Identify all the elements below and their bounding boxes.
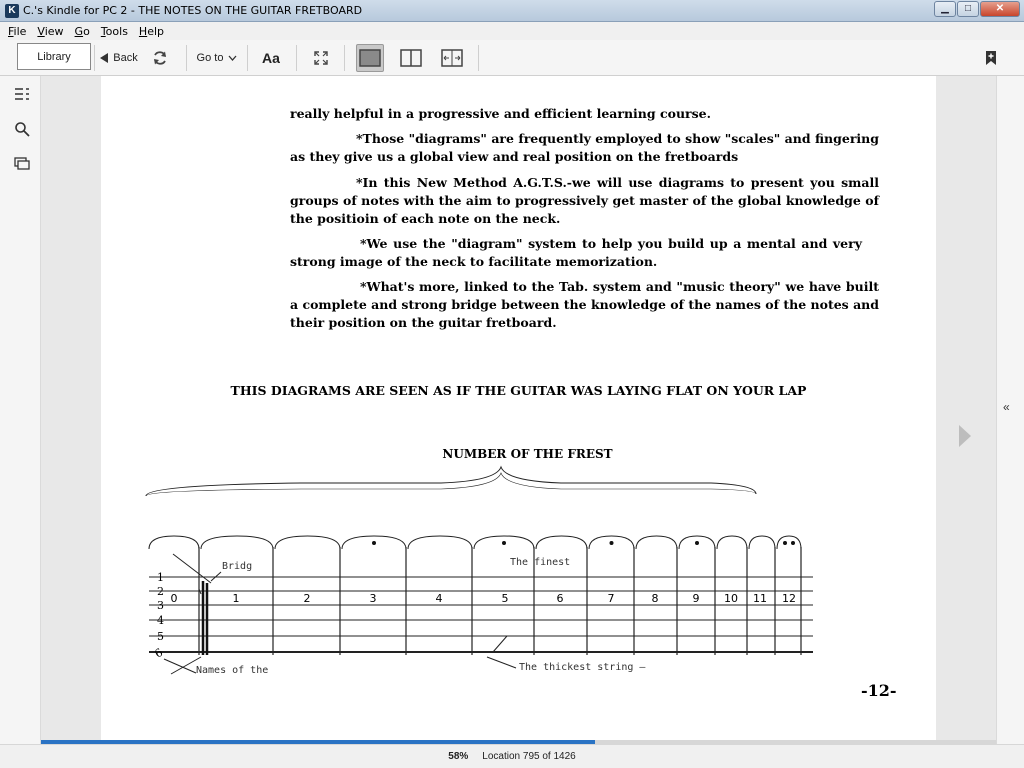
fret-number: 8 [652, 592, 659, 605]
expand-panel-icon[interactable]: « [1003, 400, 1010, 414]
close-button[interactable]: ✕ [980, 1, 1020, 17]
names-label: Names of the [196, 665, 268, 676]
string-number: 5 [157, 630, 164, 643]
toolbar-separator [296, 45, 297, 71]
sync-icon [154, 51, 166, 65]
fret-number: 7 [608, 592, 615, 605]
fret-marker-dot [695, 541, 699, 545]
fret-marker-dot [609, 541, 614, 545]
toolbar: Library Back Go to Aa [0, 40, 1024, 76]
book-page: really helpful in a progressive and effi… [101, 76, 936, 744]
flashcards-icon[interactable] [14, 156, 30, 172]
bookmark-button[interactable] [981, 44, 1001, 72]
back-arrow-icon [100, 53, 109, 63]
goto-label: Go to [196, 52, 224, 64]
toolbar-separator [94, 45, 95, 71]
toolbar-separator [186, 45, 187, 71]
single-column-icon [359, 49, 381, 67]
window-controls: ▁ □ ✕ [933, 1, 1020, 17]
page-number: -12- [861, 681, 897, 700]
back-label: Back [113, 52, 138, 64]
toolbar-separator [247, 45, 248, 71]
thickest-string-label: The thickest string — [519, 662, 646, 673]
toolbar-separator [478, 45, 479, 71]
kindle-app-icon: K [5, 4, 19, 18]
fret-number: 9 [693, 592, 700, 605]
status-bar: 58% Location 795 of 1426 [0, 744, 1024, 768]
chevron-down-icon [228, 55, 237, 61]
bridge-label: Bridg [222, 561, 252, 572]
toolbar-separator [344, 45, 345, 71]
paragraph: *In this New Method A.G.T.S.-we will use… [290, 175, 879, 226]
fret-number: 6 [557, 592, 564, 605]
fret-arch [635, 535, 678, 550]
fit-width-view-button[interactable] [438, 44, 466, 72]
window-title: C.'s Kindle for PC 2 - THE NOTES ON THE … [23, 4, 363, 17]
fret-number: 2 [304, 592, 311, 605]
fret-arch [716, 535, 748, 550]
fret-arch [535, 535, 588, 550]
next-page-arrow-icon[interactable] [959, 425, 971, 447]
string-number: 1 [157, 571, 164, 584]
diagram-heading: THIS DIAGRAMS ARE SEEN AS IF THE GUITAR … [230, 383, 807, 398]
fret-number: 3 [370, 592, 377, 605]
fret-marker-dot [791, 541, 795, 545]
menu-tools[interactable]: Tools [101, 25, 128, 38]
finest-string-label: The finest [510, 557, 570, 568]
fret-arch [776, 535, 802, 550]
two-column-view-button[interactable] [397, 44, 425, 72]
string-number: 6 [153, 646, 166, 661]
title-bar: K C.'s Kindle for PC 2 - THE NOTES ON TH… [0, 0, 1024, 22]
fullscreen-icon [314, 51, 328, 65]
string-number: 4 [157, 614, 164, 627]
goto-button[interactable]: Go to [194, 44, 240, 72]
fret-number: 4 [436, 592, 443, 605]
fret-number: 0 [171, 592, 178, 605]
paragraph: *Those "diagrams" are frequently employe… [290, 131, 879, 164]
table-of-contents-icon[interactable] [14, 86, 30, 102]
fret-arch [407, 535, 473, 550]
maximize-button[interactable]: □ [957, 1, 979, 17]
menu-view[interactable]: View [37, 25, 63, 38]
fret-arch [148, 535, 200, 550]
left-sidebar [0, 76, 41, 744]
single-column-view-button[interactable] [356, 44, 384, 72]
menu-help[interactable]: Help [139, 25, 164, 38]
string-number: 3 [157, 599, 164, 612]
fret-arch [200, 535, 274, 550]
minimize-button[interactable]: ▁ [934, 1, 956, 17]
font-settings-button[interactable]: Aa [259, 44, 283, 72]
bookmark-add-icon [986, 51, 996, 65]
location-readout: Location 795 of 1426 [482, 751, 576, 762]
fret-number: 10 [724, 592, 738, 605]
fret-number: 1 [233, 592, 240, 605]
fret-number: 5 [502, 592, 509, 605]
fret-number: 12 [782, 592, 796, 605]
paragraph: *What's more, linked to the Tab. system … [290, 279, 879, 330]
fret-number: 11 [753, 592, 767, 605]
menu-go[interactable]: Go [75, 25, 90, 38]
fit-width-icon [441, 49, 463, 67]
fretboard-diagram: 0 1 2 3 4 5 6 7 8 9 10 11 12 123456 Bridg The finest… [145, 465, 813, 676]
menu-bar: File View Go Tools Help [0, 22, 1024, 40]
two-column-icon [400, 49, 422, 67]
fret-marker-dot [372, 541, 376, 545]
progress-percent: 58% [448, 751, 469, 762]
reading-area: really helpful in a progressive and effi… [41, 76, 996, 744]
diagram-title: NUMBER OF THE FREST [442, 447, 613, 461]
back-button[interactable]: Back [99, 44, 139, 72]
search-icon[interactable] [14, 121, 30, 137]
fret-marker-dot [783, 541, 787, 545]
library-button[interactable]: Library [17, 43, 91, 70]
right-sidebar [996, 76, 1024, 744]
fret-arch [274, 535, 341, 550]
string-number: 2 [157, 585, 164, 598]
fullscreen-button[interactable] [309, 44, 333, 72]
fret-arch [748, 535, 776, 550]
sync-button[interactable] [148, 44, 172, 72]
fret-marker-dot [502, 541, 506, 545]
paragraph: *We use the "diagram" system to help you… [290, 236, 862, 269]
paragraph: really helpful in a progressive and effi… [290, 106, 711, 121]
menu-file[interactable]: File [8, 25, 26, 38]
